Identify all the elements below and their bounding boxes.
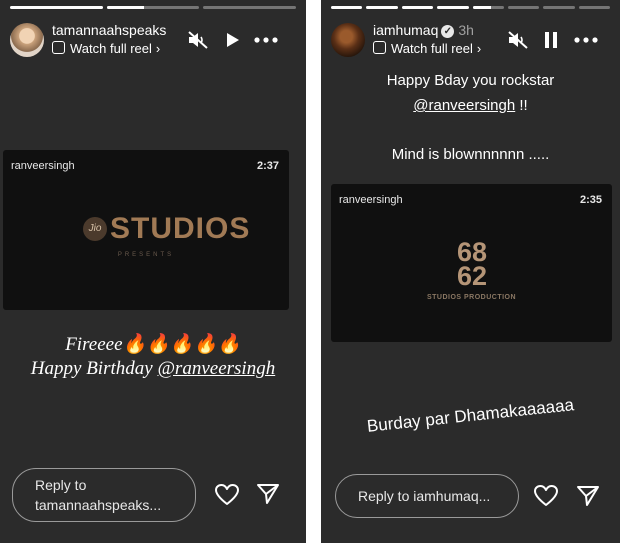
progress-segment bbox=[203, 6, 297, 9]
username[interactable]: tamannaahspeaks bbox=[52, 22, 166, 38]
reel-icon bbox=[373, 41, 386, 54]
mention-link[interactable]: @ranveersingh bbox=[413, 97, 515, 114]
jio-mark: Jio bbox=[83, 217, 107, 241]
watch-full-reel-link[interactable]: Watch full reel › bbox=[373, 41, 481, 56]
reel-owner: ranveersingh bbox=[339, 194, 403, 206]
story-tamannaahspeaks: tamannaahspeaks Watch full reel › ranveer… bbox=[0, 0, 306, 543]
verified-badge-icon: ✓ bbox=[441, 25, 455, 38]
watch-full-reel-label: Watch full reel bbox=[391, 41, 473, 56]
reply-input[interactable]: Reply to tamannaahspeaks... bbox=[12, 468, 196, 522]
post-time: 3h bbox=[458, 22, 474, 38]
progress-segment bbox=[507, 6, 540, 9]
jio-studios-logo: Jio STUDIOS bbox=[83, 212, 250, 246]
play-icon[interactable] bbox=[220, 28, 244, 52]
mute-icon[interactable] bbox=[186, 28, 210, 52]
heart-icon[interactable] bbox=[532, 482, 560, 510]
avatar[interactable] bbox=[10, 23, 44, 57]
progress-segment bbox=[578, 6, 610, 9]
story-progress-bar bbox=[10, 6, 297, 9]
progress-segment bbox=[401, 6, 434, 9]
progress-segment bbox=[106, 6, 200, 9]
reply-input[interactable]: Reply to iamhumaq... bbox=[335, 474, 519, 518]
story-progress-bar bbox=[331, 6, 610, 9]
chevron-right-icon: › bbox=[476, 41, 482, 56]
progress-segment bbox=[543, 6, 575, 9]
progress-segment bbox=[472, 6, 504, 9]
story-header: iamhumaq ✓ 3h Watch full reel › bbox=[331, 18, 610, 62]
6862-logo: 68 62 bbox=[456, 237, 488, 291]
studios-production-text: STUDIOS PRODUCTION bbox=[426, 294, 517, 301]
watch-full-reel-label: Watch full reel bbox=[70, 41, 152, 56]
mention-link[interactable]: @ranveersingh bbox=[157, 358, 275, 379]
avatar[interactable] bbox=[331, 23, 365, 57]
progress-segment bbox=[10, 6, 103, 9]
progress-segment bbox=[437, 6, 469, 9]
mute-icon[interactable] bbox=[506, 28, 530, 52]
reel-icon bbox=[52, 41, 65, 54]
caption-line-1: Fireeee🔥🔥🔥🔥🔥 bbox=[65, 334, 241, 355]
presents-text: PRESENTS bbox=[117, 252, 175, 258]
progress-segment bbox=[331, 6, 363, 9]
reply-placeholder: Reply to tamannaahspeaks... bbox=[35, 477, 162, 513]
studios-wordmark: STUDIOS bbox=[110, 212, 251, 245]
reel-duration: 2:37 bbox=[256, 160, 279, 172]
story-text-line-1: Happy Bday you rockstar bbox=[386, 72, 555, 89]
send-icon[interactable] bbox=[574, 482, 602, 510]
story-iamhumaq: iamhumaq ✓ 3h Watch full reel › Happy Bday … bbox=[321, 0, 620, 543]
reel-duration: 2:35 bbox=[579, 194, 602, 206]
story-text-line-2: @ranveersingh !! bbox=[413, 97, 528, 114]
story-bottom-text: Burday par Dhamakaaaaaa bbox=[366, 395, 575, 436]
progress-segment bbox=[366, 6, 398, 9]
username[interactable]: iamhumaq ✓ 3h bbox=[373, 22, 474, 38]
watch-full-reel-link[interactable]: Watch full reel › bbox=[52, 41, 160, 56]
reply-placeholder: Reply to iamhumaq... bbox=[358, 488, 491, 504]
pause-icon[interactable] bbox=[539, 28, 563, 52]
reel-owner: ranveersingh bbox=[11, 160, 75, 172]
caption-line-2: Happy Birthday @ranveersingh bbox=[30, 358, 276, 379]
more-options-icon[interactable] bbox=[574, 28, 598, 52]
shared-reel-card[interactable]: ranveersingh 2:37 Jio STUDIOS PRESENTS bbox=[3, 150, 289, 310]
shared-reel-card[interactable]: ranveersingh 2:35 68 62 STUDIOS PRODUCTI… bbox=[331, 184, 612, 342]
more-options-icon[interactable] bbox=[254, 28, 278, 52]
send-icon[interactable] bbox=[254, 480, 282, 508]
heart-icon[interactable] bbox=[213, 481, 241, 509]
story-text-line-3: Mind is blownnnnnn ..... bbox=[391, 146, 550, 163]
story-header: tamannaahspeaks Watch full reel › bbox=[10, 18, 296, 62]
chevron-right-icon: › bbox=[155, 41, 161, 56]
